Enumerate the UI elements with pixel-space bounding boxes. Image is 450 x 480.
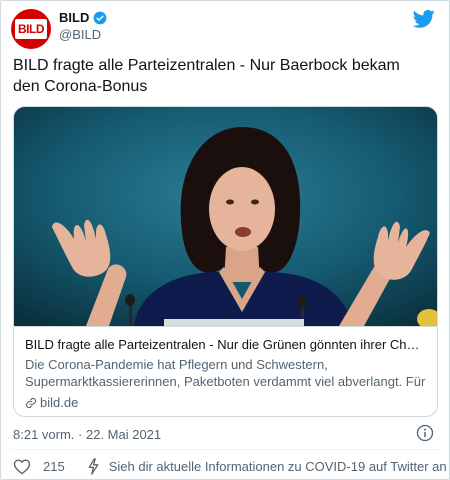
- bild-logo: BILD: [15, 19, 47, 39]
- verified-badge-icon: [93, 11, 107, 24]
- tweet-timestamp[interactable]: 8:21 vorm. · 22. Mai 2021: [13, 427, 161, 442]
- card-domain-text: bild.de: [40, 395, 79, 410]
- like-count[interactable]: 215: [43, 459, 65, 474]
- card-image[interactable]: [14, 107, 437, 326]
- tweet-text: BILD fragte alle Parteizentralen - Nur B…: [13, 57, 400, 95]
- account-name[interactable]: BILD: [59, 10, 89, 25]
- actions-bar: 215 Sieh dir aktuelle Informationen zu C…: [13, 458, 447, 475]
- card-description: Die Corona-Pandemie hat Pflegern und Sch…: [25, 357, 426, 389]
- bild-logo-text: BILD: [18, 22, 45, 36]
- twitter-bird-icon[interactable]: [413, 9, 435, 29]
- tweet-embed: BILD BILD @BILD BILD fragte alle Parteiz…: [0, 0, 450, 480]
- card-body: BILD fragte alle Parteizentralen - Nur d…: [14, 326, 437, 416]
- heart-icon[interactable]: [13, 458, 31, 475]
- covid-info-link[interactable]: Sieh dir aktuelle Informationen zu COVID…: [109, 459, 447, 474]
- name-row: BILD: [59, 10, 107, 25]
- card-domain[interactable]: bild.de: [25, 395, 426, 410]
- divider: [11, 449, 439, 450]
- card-photo: [14, 107, 437, 326]
- user-info: BILD @BILD: [59, 10, 107, 42]
- lightning-bolt-icon: [88, 458, 99, 475]
- info-icon[interactable]: [416, 424, 434, 442]
- account-handle[interactable]: @BILD: [59, 27, 107, 42]
- card-title[interactable]: BILD fragte alle Parteizentralen - Nur d…: [25, 336, 426, 353]
- link-icon: [25, 397, 37, 408]
- link-card[interactable]: BILD fragte alle Parteizentralen - Nur d…: [13, 106, 438, 417]
- avatar[interactable]: BILD: [11, 9, 51, 49]
